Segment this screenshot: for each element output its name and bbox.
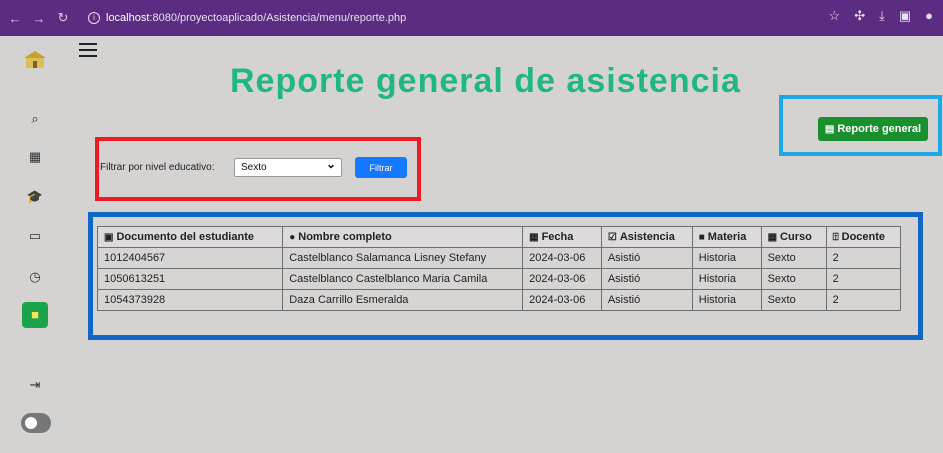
cell-subject: Historia [691, 268, 762, 290]
report-document-icon[interactable]: ■ [22, 302, 48, 328]
star-icon[interactable]: ☆ [829, 8, 841, 24]
graduation-cap-icon[interactable]: 🎓 [22, 184, 48, 210]
col-teacher: ⍐ Docente [825, 226, 902, 248]
cell-document: 1054373928 [96, 289, 284, 311]
page-title: Reporte general de asistencia [230, 62, 741, 100]
cell-course: Sexto [760, 247, 827, 269]
table-header-row: ▣ Documento del estudiante ● Nombre comple… [96, 226, 902, 248]
cell-subject: Historia [691, 289, 762, 311]
url-host: localhost [106, 12, 150, 24]
col-subject-label: Materia [707, 231, 747, 243]
site-info-icon[interactable]: i [88, 12, 100, 24]
cell-attendance: Asistió [600, 268, 693, 290]
col-name: ● Nombre completo [282, 226, 524, 248]
calendar-icon: ▦ [767, 232, 778, 243]
col-course: ▦ Curso [760, 226, 827, 248]
cell-date: 2024-03-06 [522, 247, 602, 269]
report-general-label: Reporte general [837, 123, 922, 135]
history-clock-icon[interactable]: ◷ [22, 264, 48, 290]
extensions-icon[interactable]: ✣ [854, 8, 865, 24]
col-course-label: Curso [780, 231, 812, 243]
attendance-table: ▣ Documento del estudiante ● Nombre comple… [96, 226, 902, 311]
cell-attendance: Asistió [600, 289, 693, 311]
cell-teacher: 2 [825, 247, 902, 269]
download-icon[interactable]: ⤓ [879, 8, 885, 24]
cell-subject: Historia [691, 247, 762, 269]
cell-name: Daza Carrillo Esmeralda [282, 289, 524, 311]
side-panel-icon[interactable]: ▣ [899, 8, 911, 24]
cell-teacher: 2 [825, 289, 902, 311]
education-level-select[interactable]: Sexto [234, 156, 342, 177]
teacher-icon: ⍐ [832, 232, 839, 243]
cell-date: 2024-03-06 [522, 268, 602, 290]
cell-date: 2024-03-06 [522, 289, 602, 311]
address-bar[interactable]: i localhost :8080/proyectoaplicado/Asist… [88, 7, 778, 29]
col-attendance-label: Asistencia [619, 231, 675, 243]
menu-icon[interactable] [79, 43, 97, 57]
education-level-selected: Sexto [241, 162, 267, 173]
col-document: ▣ Documento del estudiante [96, 226, 284, 248]
profile-avatar-icon[interactable]: ● [925, 8, 933, 24]
folder-icon[interactable]: ▭ [22, 223, 48, 249]
cell-attendance: Asistió [600, 247, 693, 269]
table-row: 1054373928 Daza Carrillo Esmeralda 2024-… [96, 289, 902, 311]
logout-icon[interactable]: ⇥ [22, 372, 48, 398]
file-icon: ▤ [824, 123, 835, 135]
cell-course: Sexto [760, 268, 827, 290]
cell-document: 1012404567 [96, 247, 284, 269]
book-icon: ■ [698, 232, 705, 243]
dashboard-grid-icon[interactable]: ▦ [22, 144, 48, 170]
search-icon[interactable]: ⌕ [22, 106, 48, 132]
filter-label: Filtrar por nivel educativo: [100, 162, 215, 173]
col-document-label: Documento del estudiante [116, 231, 254, 243]
url-path: :8080/proyectoaplicado/Asistencia/menu/r… [149, 12, 407, 24]
cell-document: 1050613251 [96, 268, 284, 290]
theme-toggle[interactable] [21, 413, 51, 433]
checkbox-icon: ☑ [607, 232, 617, 243]
cell-teacher: 2 [825, 268, 902, 290]
table-row: 1050613251 Castelblanco Castelblanco Mar… [96, 268, 902, 290]
logo-icon [24, 51, 46, 68]
col-teacher-label: Docente [841, 231, 886, 243]
cell-course: Sexto [760, 289, 827, 311]
report-general-button[interactable]: ▤ Reporte general [818, 117, 928, 141]
col-name-label: Nombre completo [298, 231, 392, 243]
filter-button[interactable]: Filtrar [355, 157, 407, 178]
reload-icon[interactable]: ↻ [54, 10, 72, 26]
forward-icon[interactable]: → [30, 11, 48, 26]
calendar-icon: ▦ [529, 232, 539, 243]
sidebar: ⌕ ▦ 🎓 ▭ ◷ ■ ⇥ [0, 36, 70, 453]
col-subject: ■ Materia [691, 226, 762, 248]
cell-name: Castelblanco Salamanca Lisney Stefany [282, 247, 524, 269]
cell-name: Castelblanco Castelblanco Maria Camila [282, 268, 524, 290]
col-attendance: ☑ Asistencia [600, 226, 693, 248]
col-date: ▦ Fecha [522, 226, 602, 248]
user-icon: ● [289, 232, 296, 243]
back-icon[interactable]: ← [6, 11, 24, 26]
browser-toolbar: ← → ↻ i localhost :8080/proyectoaplicado… [0, 0, 943, 36]
col-date-label: Fecha [541, 231, 574, 243]
id-card-icon: ▣ [104, 232, 114, 243]
table-row: 1012404567 Castelblanco Salamanca Lisney… [96, 247, 902, 269]
